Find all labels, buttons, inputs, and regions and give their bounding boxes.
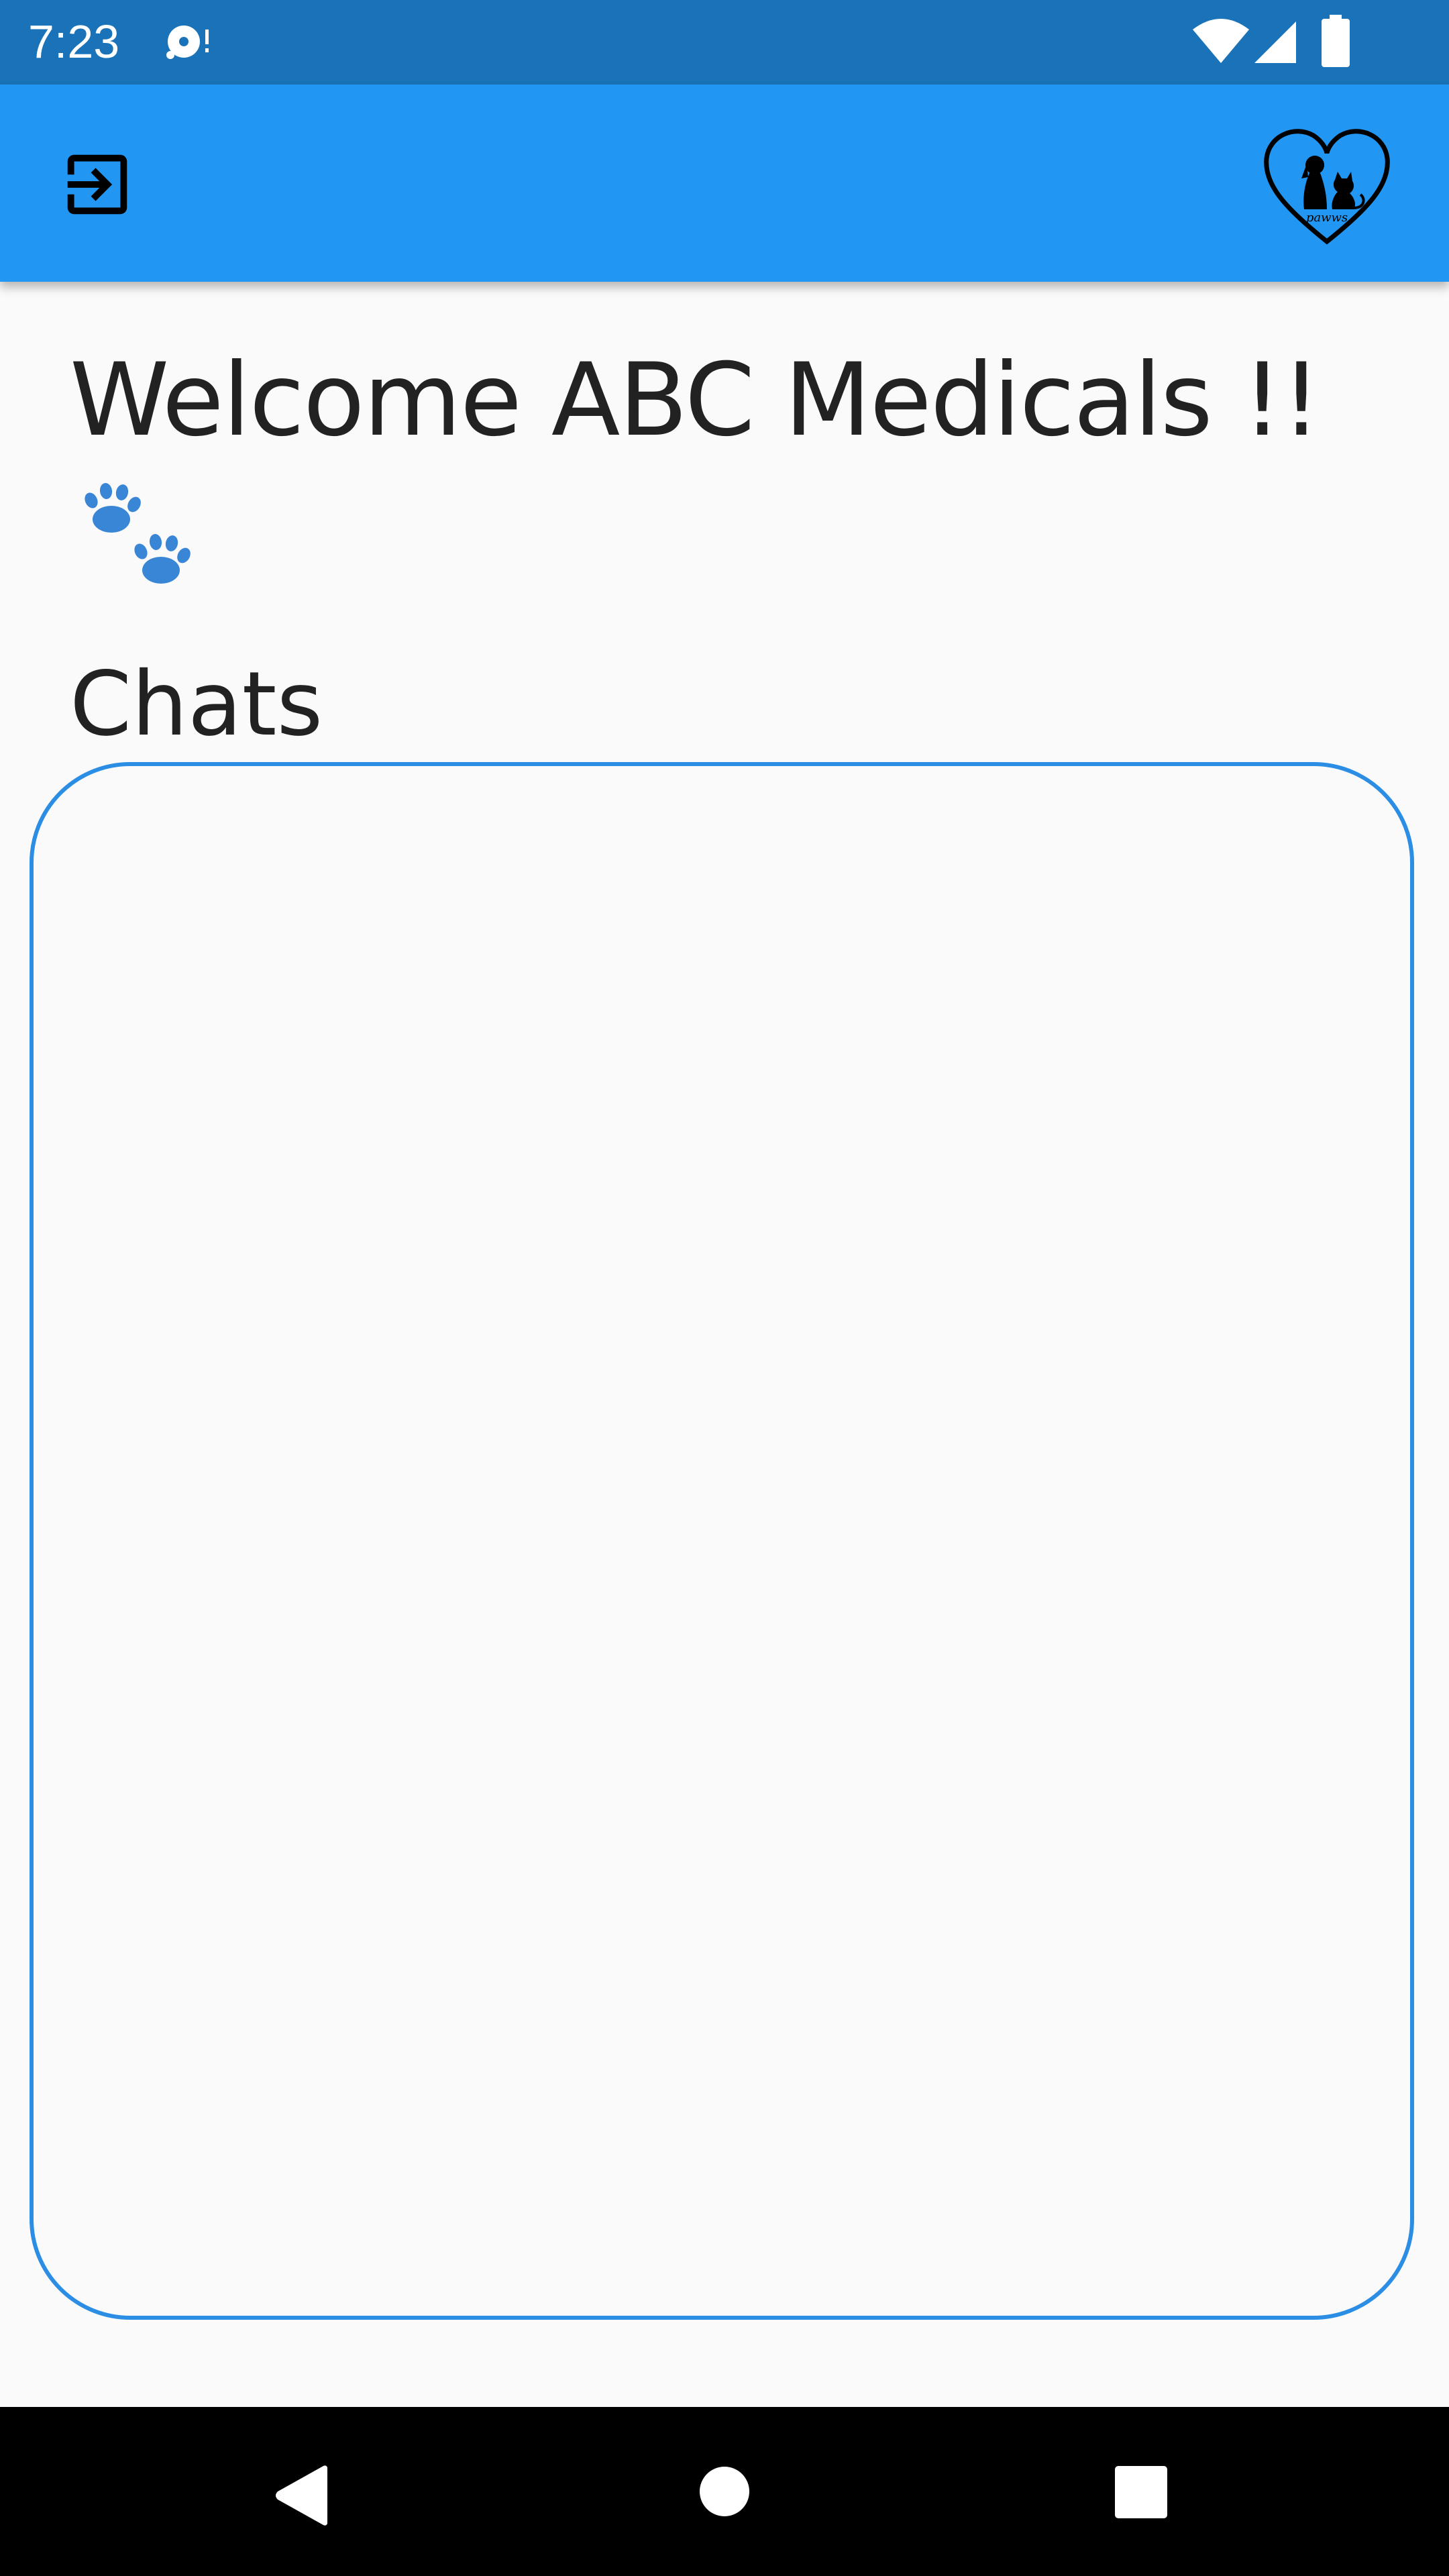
status-time: 7:23 bbox=[28, 15, 120, 68]
paws-heart-logo-icon: pawws bbox=[1264, 129, 1390, 245]
paws-icon bbox=[85, 483, 191, 584]
status-bar: 7:23 bbox=[0, 0, 1449, 85]
nav-bar bbox=[0, 2407, 1449, 2576]
app-bar: pawws bbox=[0, 85, 1449, 282]
svg-text:pawws: pawws bbox=[1306, 211, 1348, 225]
notification-icon bbox=[166, 25, 209, 59]
welcome-title: Welcome ABC Medicals !! bbox=[70, 342, 1322, 459]
logout-icon[interactable] bbox=[58, 145, 137, 224]
chats-heading: Chats bbox=[70, 653, 323, 756]
wifi-icon bbox=[1193, 19, 1249, 63]
signal-icon bbox=[1254, 21, 1296, 63]
recents-icon[interactable] bbox=[1115, 2466, 1167, 2518]
chats-list-panel[interactable] bbox=[30, 762, 1414, 2320]
back-icon[interactable] bbox=[272, 2465, 331, 2526]
home-icon[interactable] bbox=[699, 2466, 750, 2517]
battery-icon bbox=[1322, 15, 1350, 67]
